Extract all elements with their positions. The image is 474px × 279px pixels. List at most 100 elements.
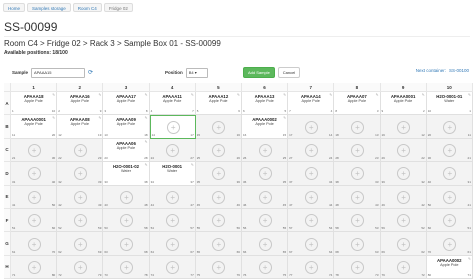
add-circle-icon[interactable]: + bbox=[258, 167, 272, 181]
edit-icon[interactable]: ✎ bbox=[283, 116, 286, 120]
edit-icon[interactable]: ✎ bbox=[376, 93, 379, 97]
edit-icon[interactable]: ✎ bbox=[145, 93, 148, 97]
empty-cell[interactable]: +61 70 bbox=[11, 232, 58, 256]
sample-cell[interactable]: APAAA0002 Apple Pole ✎ 80 71 bbox=[426, 255, 473, 279]
add-sample-button[interactable]: Add Sample bbox=[243, 67, 275, 78]
empty-cell[interactable]: +71 80 bbox=[11, 255, 58, 279]
empty-cell[interactable]: +54 57 bbox=[149, 208, 196, 233]
empty-cell[interactable]: +27 24 bbox=[288, 138, 335, 163]
add-circle-icon[interactable]: + bbox=[397, 120, 411, 134]
sample-cell[interactable]: APAAA0001 Apple Pole ✎ 9 2 bbox=[380, 92, 427, 116]
empty-cell[interactable]: +58 53 bbox=[334, 208, 381, 233]
empty-cell[interactable]: +62 69 bbox=[57, 232, 104, 256]
add-circle-icon[interactable]: + bbox=[350, 237, 364, 251]
empty-cell[interactable]: +45 46 bbox=[195, 185, 242, 209]
edit-icon[interactable]: ✎ bbox=[52, 93, 55, 97]
empty-cell[interactable]: +37 34 bbox=[288, 162, 335, 186]
empty-cell[interactable]: +63 68 bbox=[103, 232, 150, 256]
empty-cell[interactable]: +31 40 bbox=[11, 162, 58, 186]
empty-cell[interactable]: +51 60 bbox=[11, 208, 58, 233]
sample-cell[interactable]: APAAA07 Apple Pole ✎ 8 3 bbox=[334, 92, 381, 116]
empty-cell[interactable]: +75 76 bbox=[195, 255, 242, 279]
empty-cell[interactable]: +76 75 bbox=[241, 255, 289, 279]
breadcrumb-room[interactable]: Room C4 bbox=[72, 3, 102, 12]
empty-cell[interactable]: +50 41 bbox=[426, 185, 473, 209]
add-circle-icon[interactable]: + bbox=[166, 143, 180, 157]
empty-cell[interactable]: +29 22 bbox=[380, 138, 427, 163]
edit-icon[interactable]: ✎ bbox=[191, 163, 194, 167]
sample-cell[interactable]: APAAA13 Apple Pole ✎ 6 5 bbox=[241, 92, 289, 116]
edit-icon[interactable]: ✎ bbox=[468, 257, 471, 261]
edit-icon[interactable]: ✎ bbox=[145, 140, 148, 144]
add-circle-icon[interactable]: + bbox=[119, 260, 133, 274]
breadcrumb-home[interactable]: Home bbox=[3, 3, 26, 12]
add-circle-icon[interactable]: + bbox=[212, 143, 226, 157]
add-circle-icon[interactable]: + bbox=[212, 120, 226, 134]
sample-cell[interactable]: APAAA14 Apple Pole ✎ 7 4 bbox=[288, 92, 335, 116]
empty-cell[interactable]: +30 21 bbox=[426, 138, 473, 163]
empty-cell[interactable]: +56 55 bbox=[241, 208, 289, 233]
add-circle-icon[interactable]: + bbox=[27, 214, 41, 228]
empty-cell[interactable]: +66 65 bbox=[241, 232, 289, 256]
selected-empty-cell[interactable]: +14 17 bbox=[149, 115, 196, 139]
add-circle-icon[interactable]: + bbox=[119, 190, 133, 204]
empty-cell[interactable]: +41 50 bbox=[11, 185, 58, 209]
sample-cell[interactable]: APAAA18 Apple Pole ✎ 1 10 bbox=[11, 92, 58, 116]
sample-cell[interactable]: APAAA0001 Apple Pole ✎ 11 20 bbox=[11, 115, 58, 139]
empty-cell[interactable]: +35 36 bbox=[195, 162, 242, 186]
empty-cell[interactable]: +47 44 bbox=[288, 185, 335, 209]
add-circle-icon[interactable]: + bbox=[397, 237, 411, 251]
add-circle-icon[interactable]: + bbox=[27, 143, 41, 157]
sample-cell[interactable]: H2O-0001-01 Water ✎ 10 1 bbox=[426, 92, 473, 116]
add-circle-icon[interactable]: + bbox=[212, 237, 226, 251]
add-circle-icon[interactable]: + bbox=[443, 167, 457, 181]
add-circle-icon[interactable]: + bbox=[258, 260, 272, 274]
empty-cell[interactable]: +46 45 bbox=[241, 185, 289, 209]
empty-cell[interactable]: +42 49 bbox=[57, 185, 104, 209]
empty-cell[interactable]: +78 73 bbox=[334, 255, 381, 279]
edit-icon[interactable]: ✎ bbox=[145, 116, 148, 120]
add-circle-icon[interactable]: + bbox=[443, 190, 457, 204]
add-circle-icon[interactable]: + bbox=[166, 214, 180, 228]
empty-cell[interactable]: +55 56 bbox=[195, 208, 242, 233]
add-circle-icon[interactable]: + bbox=[350, 214, 364, 228]
sample-cell[interactable]: H2O-0001-02 Water ✎ 33 38 bbox=[103, 162, 150, 186]
add-circle-icon[interactable]: + bbox=[27, 260, 41, 274]
sample-cell[interactable]: APAAA06 Apple Pole ✎ 23 28 bbox=[103, 138, 150, 163]
empty-cell[interactable]: +40 31 bbox=[426, 162, 473, 186]
empty-cell[interactable]: +65 66 bbox=[195, 232, 242, 256]
sample-cell[interactable]: APAAA0002 Apple Pole ✎ 16 15 bbox=[241, 115, 289, 139]
add-circle-icon[interactable]: + bbox=[258, 214, 272, 228]
add-circle-icon[interactable]: + bbox=[443, 214, 457, 228]
add-circle-icon[interactable]: + bbox=[212, 260, 226, 274]
add-circle-icon[interactable]: + bbox=[397, 214, 411, 228]
add-circle-icon[interactable]: + bbox=[443, 143, 457, 157]
add-circle-icon[interactable]: + bbox=[397, 260, 411, 274]
edit-icon[interactable]: ✎ bbox=[145, 163, 148, 167]
add-circle-icon[interactable]: + bbox=[166, 190, 180, 204]
add-circle-icon[interactable]: + bbox=[212, 190, 226, 204]
edit-icon[interactable]: ✎ bbox=[237, 93, 240, 97]
add-circle-icon[interactable]: + bbox=[350, 260, 364, 274]
edit-icon[interactable]: ✎ bbox=[329, 93, 332, 97]
add-circle-icon[interactable]: + bbox=[304, 214, 318, 228]
empty-cell[interactable]: +77 74 bbox=[288, 255, 335, 279]
add-circle-icon[interactable]: + bbox=[397, 143, 411, 157]
sample-cell[interactable]: APAAA17 Apple Pole ✎ 3 8 bbox=[103, 92, 150, 116]
empty-cell[interactable]: +18 13 bbox=[334, 115, 381, 139]
add-circle-icon[interactable]: + bbox=[304, 167, 318, 181]
empty-cell[interactable]: +48 43 bbox=[334, 185, 381, 209]
empty-cell[interactable]: +70 61 bbox=[426, 232, 473, 256]
breadcrumb-samples-storage[interactable]: Samples storage bbox=[27, 3, 71, 12]
empty-cell[interactable]: +15 16 bbox=[195, 115, 242, 139]
add-circle-icon[interactable]: + bbox=[166, 260, 180, 274]
add-circle-icon[interactable]: + bbox=[397, 190, 411, 204]
empty-cell[interactable]: +26 25 bbox=[241, 138, 289, 163]
add-circle-icon[interactable]: + bbox=[443, 120, 457, 134]
add-circle-icon[interactable]: + bbox=[212, 214, 226, 228]
edit-icon[interactable]: ✎ bbox=[283, 93, 286, 97]
add-circle-icon[interactable]: + bbox=[73, 190, 87, 204]
sample-cell[interactable]: APAAA09 Apple Pole ✎ 13 18 bbox=[103, 115, 150, 139]
add-circle-icon[interactable]: + bbox=[73, 214, 87, 228]
empty-cell[interactable]: +39 32 bbox=[380, 162, 427, 186]
